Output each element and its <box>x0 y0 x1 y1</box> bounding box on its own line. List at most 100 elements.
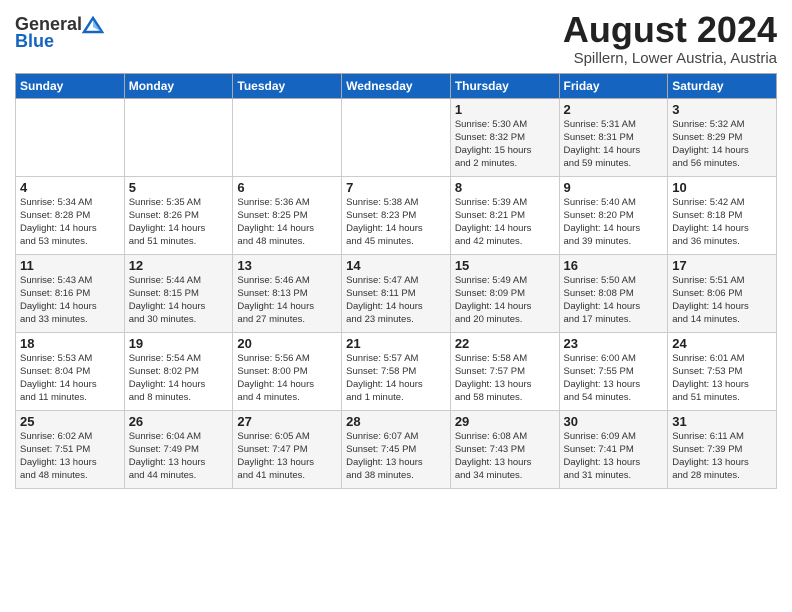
day-number: 31 <box>672 414 772 429</box>
calendar-header-row: Sunday Monday Tuesday Wednesday Thursday… <box>16 73 777 98</box>
table-row <box>124 98 233 176</box>
day-info: Sunrise: 5:47 AMSunset: 8:11 PMDaylight:… <box>346 275 423 326</box>
table-row: 19Sunrise: 5:54 AMSunset: 8:02 PMDayligh… <box>124 332 233 410</box>
table-row: 10Sunrise: 5:42 AMSunset: 8:18 PMDayligh… <box>668 176 777 254</box>
day-number: 24 <box>672 336 772 351</box>
table-row: 18Sunrise: 5:53 AMSunset: 8:04 PMDayligh… <box>16 332 125 410</box>
day-info: Sunrise: 5:54 AMSunset: 8:02 PMDaylight:… <box>129 353 206 404</box>
col-sunday: Sunday <box>16 73 125 98</box>
col-monday: Monday <box>124 73 233 98</box>
day-info: Sunrise: 5:39 AMSunset: 8:21 PMDaylight:… <box>455 197 532 248</box>
day-number: 15 <box>455 258 555 273</box>
day-info: Sunrise: 6:01 AMSunset: 7:53 PMDaylight:… <box>672 353 749 404</box>
day-number: 17 <box>672 258 772 273</box>
table-row: 17 Sunrise: 5:51 AMSunset: 8:06 PMDayligh… <box>668 254 777 332</box>
day-info: Sunrise: 5:49 AMSunset: 8:09 PMDaylight:… <box>455 275 532 326</box>
day-number: 2 <box>564 102 664 117</box>
day-info: Sunrise: 5:58 AMSunset: 7:57 PMDaylight:… <box>455 353 532 404</box>
day-number: 7 <box>346 180 446 195</box>
calendar-week-row: 18Sunrise: 5:53 AMSunset: 8:04 PMDayligh… <box>16 332 777 410</box>
col-wednesday: Wednesday <box>342 73 451 98</box>
day-number: 5 <box>129 180 229 195</box>
day-number: 1 <box>455 102 555 117</box>
table-row: 29 Sunrise: 6:08 AMSunset: 7:43 PMDayligh… <box>450 410 559 488</box>
calendar-week-row: 25 Sunrise: 6:02 AMSunset: 7:51 PMDayligh… <box>16 410 777 488</box>
table-row: 28Sunrise: 6:07 AMSunset: 7:45 PMDayligh… <box>342 410 451 488</box>
day-info: Sunrise: 6:05 AMSunset: 7:47 PMDaylight:… <box>237 431 314 482</box>
day-info: Sunrise: 6:04 AMSunset: 7:49 PMDaylight:… <box>129 431 206 482</box>
day-info: Sunrise: 5:40 AMSunset: 8:20 PMDaylight:… <box>564 197 641 248</box>
table-row: 12 Sunrise: 5:44 AMSunset: 8:15 PMDayligh… <box>124 254 233 332</box>
day-number: 11 <box>20 258 120 273</box>
day-info: Sunrise: 5:42 AMSunset: 8:18 PMDaylight:… <box>672 197 749 248</box>
day-info: Sunrise: 5:44 AMSunset: 8:15 PMDaylight:… <box>129 275 206 326</box>
day-info: Sunrise: 5:35 AMSunset: 8:26 PMDaylight:… <box>129 197 206 248</box>
day-info: Sunrise: 5:43 AMSunset: 8:16 PMDaylight:… <box>20 275 97 326</box>
table-row: 31 Sunrise: 6:11 AMSunset: 7:39 PMDayligh… <box>668 410 777 488</box>
day-info: Sunrise: 5:36 AMSunset: 8:25 PMDaylight:… <box>237 197 314 248</box>
day-info: Sunrise: 5:46 AMSunset: 8:13 PMDaylight:… <box>237 275 314 326</box>
day-number: 12 <box>129 258 229 273</box>
calendar-week-row: 4 Sunrise: 5:34 AMSunset: 8:28 PMDaylight… <box>16 176 777 254</box>
day-number: 6 <box>237 180 337 195</box>
day-info: Sunrise: 5:51 AMSunset: 8:06 PMDaylight:… <box>672 275 749 326</box>
subtitle: Spillern, Lower Austria, Austria <box>563 50 777 67</box>
table-row: 23Sunrise: 6:00 AMSunset: 7:55 PMDayligh… <box>559 332 668 410</box>
day-number: 18 <box>20 336 120 351</box>
day-info: Sunrise: 5:38 AMSunset: 8:23 PMDaylight:… <box>346 197 423 248</box>
table-row <box>233 98 342 176</box>
day-number: 13 <box>237 258 337 273</box>
table-row: 6 Sunrise: 5:36 AMSunset: 8:25 PMDaylight… <box>233 176 342 254</box>
day-info: Sunrise: 6:02 AMSunset: 7:51 PMDaylight:… <box>20 431 97 482</box>
day-info: Sunrise: 5:34 AMSunset: 8:28 PMDaylight:… <box>20 197 97 248</box>
main-title: August 2024 <box>563 10 777 50</box>
day-number: 29 <box>455 414 555 429</box>
day-info: Sunrise: 5:56 AMSunset: 8:00 PMDaylight:… <box>237 353 314 404</box>
day-info: Sunrise: 6:07 AMSunset: 7:45 PMDaylight:… <box>346 431 423 482</box>
day-info: Sunrise: 5:30 AMSunset: 8:32 PMDaylight:… <box>455 119 532 170</box>
day-number: 4 <box>20 180 120 195</box>
day-number: 27 <box>237 414 337 429</box>
day-info: Sunrise: 5:32 AMSunset: 8:29 PMDaylight:… <box>672 119 749 170</box>
day-number: 26 <box>129 414 229 429</box>
table-row: 4 Sunrise: 5:34 AMSunset: 8:28 PMDaylight… <box>16 176 125 254</box>
header: General Blue August 2024 Spillern, Lower… <box>15 10 777 67</box>
table-row: 13 Sunrise: 5:46 AMSunset: 8:13 PMDayligh… <box>233 254 342 332</box>
day-info: Sunrise: 6:08 AMSunset: 7:43 PMDaylight:… <box>455 431 532 482</box>
table-row <box>342 98 451 176</box>
col-thursday: Thursday <box>450 73 559 98</box>
table-row: 27 Sunrise: 6:05 AMSunset: 7:47 PMDayligh… <box>233 410 342 488</box>
calendar-week-row: 1 Sunrise: 5:30 AMSunset: 8:32 PMDaylight… <box>16 98 777 176</box>
day-number: 23 <box>564 336 664 351</box>
page-container: General Blue August 2024 Spillern, Lower… <box>0 0 792 499</box>
day-info: Sunrise: 6:11 AMSunset: 7:39 PMDaylight:… <box>672 431 749 482</box>
day-info: Sunrise: 5:57 AMSunset: 7:58 PMDaylight:… <box>346 353 423 404</box>
table-row: 30 Sunrise: 6:09 AMSunset: 7:41 PMDayligh… <box>559 410 668 488</box>
logo: General Blue <box>15 14 104 52</box>
col-saturday: Saturday <box>668 73 777 98</box>
day-number: 8 <box>455 180 555 195</box>
table-row: 9 Sunrise: 5:40 AMSunset: 8:20 PMDaylight… <box>559 176 668 254</box>
table-row: 7 Sunrise: 5:38 AMSunset: 8:23 PMDaylight… <box>342 176 451 254</box>
table-row <box>16 98 125 176</box>
logo-blue: Blue <box>15 31 54 52</box>
day-number: 30 <box>564 414 664 429</box>
day-info: Sunrise: 6:09 AMSunset: 7:41 PMDaylight:… <box>564 431 641 482</box>
table-row: 26 Sunrise: 6:04 AMSunset: 7:49 PMDayligh… <box>124 410 233 488</box>
day-number: 14 <box>346 258 446 273</box>
col-friday: Friday <box>559 73 668 98</box>
day-number: 20 <box>237 336 337 351</box>
table-row: 2Sunrise: 5:31 AMSunset: 8:31 PMDaylight… <box>559 98 668 176</box>
table-row: 11 Sunrise: 5:43 AMSunset: 8:16 PMDayligh… <box>16 254 125 332</box>
day-number: 21 <box>346 336 446 351</box>
logo-icon <box>82 16 104 34</box>
title-block: August 2024 Spillern, Lower Austria, Aus… <box>563 10 777 67</box>
day-number: 3 <box>672 102 772 117</box>
table-row: 3 Sunrise: 5:32 AMSunset: 8:29 PMDaylight… <box>668 98 777 176</box>
day-number: 9 <box>564 180 664 195</box>
col-tuesday: Tuesday <box>233 73 342 98</box>
day-info: Sunrise: 5:50 AMSunset: 8:08 PMDaylight:… <box>564 275 641 326</box>
day-number: 25 <box>20 414 120 429</box>
day-number: 22 <box>455 336 555 351</box>
table-row: 21 Sunrise: 5:57 AMSunset: 7:58 PMDayligh… <box>342 332 451 410</box>
